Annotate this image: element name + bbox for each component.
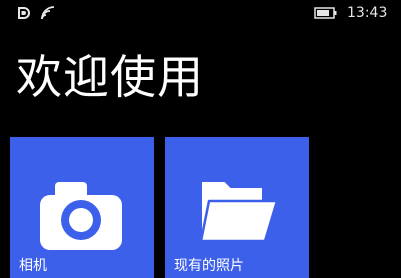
status-bar: 13:43 xyxy=(0,0,401,26)
existing-photos-tile[interactable]: 现有的照片 xyxy=(165,137,309,278)
wifi-icon xyxy=(40,5,56,21)
camera-tile[interactable]: 相机 xyxy=(10,137,154,278)
status-clock: 13:43 xyxy=(347,5,388,21)
page-title: 欢迎使用 xyxy=(16,50,204,104)
existing-photos-tile-label: 现有的照片 xyxy=(174,258,244,274)
battery-icon xyxy=(314,6,338,20)
camera-tile-label: 相机 xyxy=(19,258,47,274)
nfc-icon xyxy=(16,5,32,21)
